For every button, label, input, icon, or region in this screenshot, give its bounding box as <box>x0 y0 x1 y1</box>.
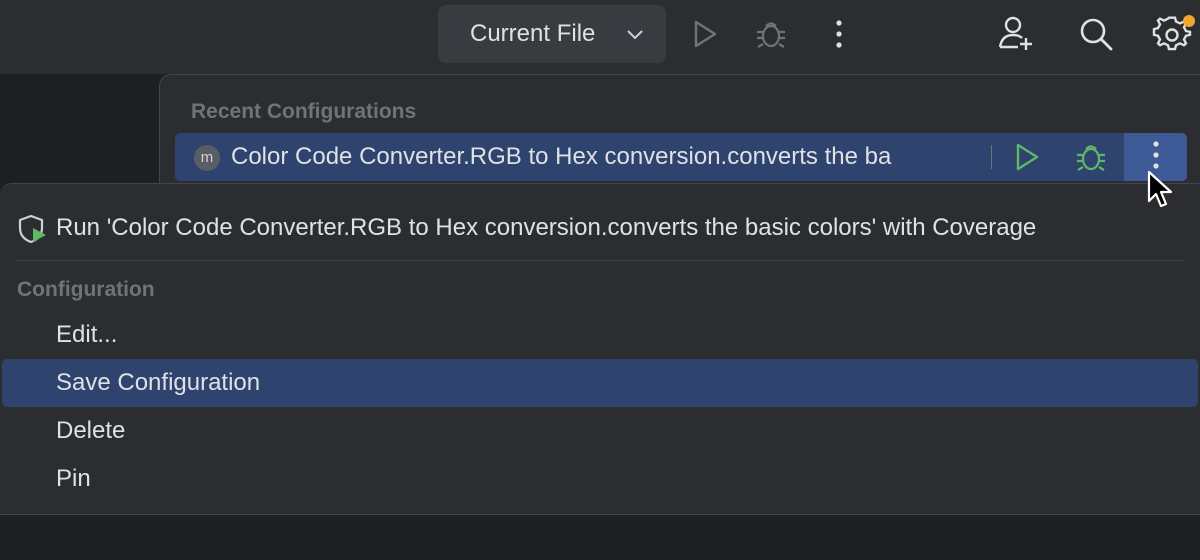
gear-icon[interactable] <box>1152 14 1196 54</box>
recent-configuration-item[interactable]: m Color Code Converter.RGB to Hex conver… <box>175 133 1187 181</box>
recent-configuration-label: Color Code Converter.RGB to Hex conversi… <box>231 143 892 170</box>
run-icon[interactable] <box>1007 137 1047 177</box>
menu-separator <box>16 260 1184 261</box>
menu-item-delete[interactable]: Delete <box>2 407 1198 455</box>
run-with-coverage-item[interactable]: Run 'Color Code Converter.RGB to Hex con… <box>0 204 1200 252</box>
text-cursor-divider <box>991 145 992 169</box>
configuration-context-menu: Run 'Color Code Converter.RGB to Hex con… <box>0 183 1200 515</box>
add-user-icon[interactable] <box>996 14 1036 54</box>
more-vertical-icon[interactable] <box>822 14 856 54</box>
recent-configurations-header: Recent Configurations <box>191 100 417 123</box>
debug-icon[interactable] <box>1071 137 1111 177</box>
menu-item-label: Delete <box>56 417 126 444</box>
module-badge-icon: m <box>194 145 220 171</box>
menu-item-save-configuration[interactable]: Save Configuration <box>2 359 1198 407</box>
menu-item-label: Pin <box>56 465 91 492</box>
coverage-shield-icon <box>18 214 48 249</box>
menu-item-pin[interactable]: Pin <box>2 455 1198 503</box>
mouse-pointer-icon <box>1146 170 1174 215</box>
recent-configurations-popup: Recent Configurations m Color Code Conve… <box>159 74 1200 187</box>
menu-item-edit[interactable]: Edit... <box>2 311 1198 359</box>
menu-item-label: Edit... <box>56 321 118 348</box>
run-icon[interactable] <box>688 14 722 54</box>
run-configuration-label: Current File <box>470 20 596 47</box>
menu-item-label: Save Configuration <box>56 369 261 396</box>
run-with-coverage-label: Run 'Color Code Converter.RGB to Hex con… <box>56 214 1037 241</box>
configuration-section-header: Configuration <box>17 278 155 301</box>
run-configuration-selector[interactable]: Current File <box>438 5 666 63</box>
main-toolbar: Current File <box>0 0 1200 75</box>
notification-badge <box>1183 15 1195 27</box>
debug-icon[interactable] <box>754 14 788 54</box>
search-icon[interactable] <box>1076 14 1116 54</box>
chevron-down-icon <box>626 27 644 46</box>
